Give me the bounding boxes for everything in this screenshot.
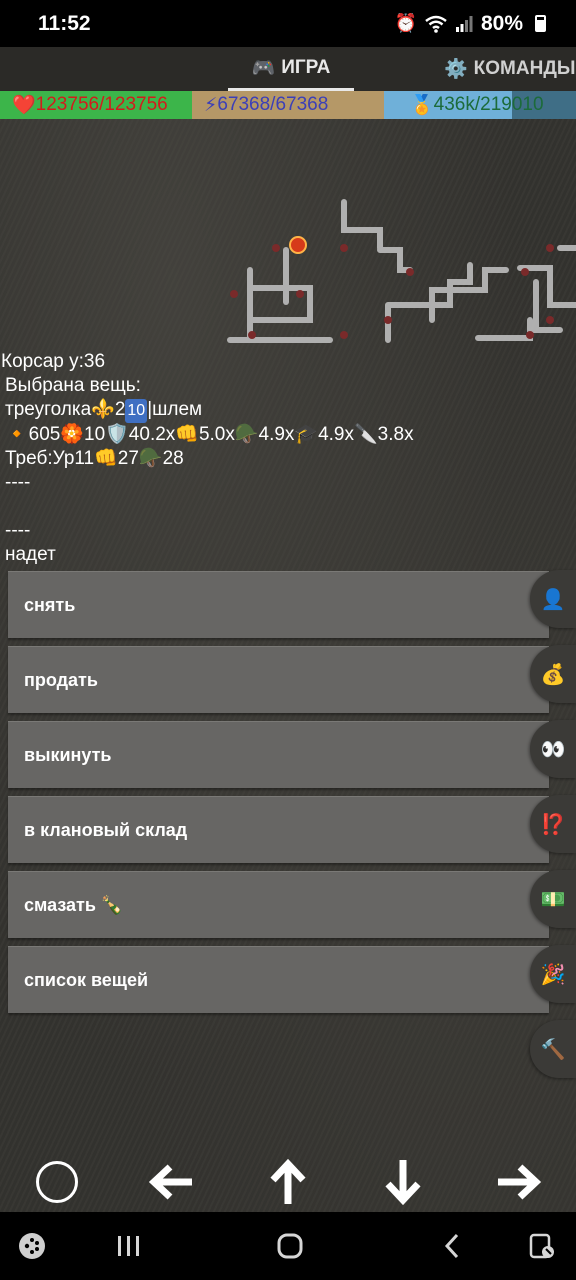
dungeon-map[interactable]	[210, 190, 576, 350]
game-launcher-icon[interactable]	[12, 1226, 52, 1266]
sell-button[interactable]: продать	[8, 646, 549, 713]
movement-controls	[0, 1152, 576, 1212]
drop-button[interactable]: выкинуть	[8, 721, 549, 788]
energy-value: 67368/67368	[217, 94, 329, 115]
unequip-button[interactable]: снять	[8, 571, 549, 638]
move-up-button[interactable]	[258, 1152, 318, 1212]
money-icon[interactable]: 💵	[530, 870, 576, 928]
selected-item-label: Выбрана вещь:	[5, 375, 141, 396]
accessibility-icon[interactable]	[522, 1226, 562, 1266]
move-left-button[interactable]	[142, 1152, 202, 1212]
heart-icon: ❤️	[12, 95, 36, 116]
item-name-line: треуголка⚜️2 10 |шлем	[0, 398, 576, 423]
tab-commands[interactable]: ⚙️ КОМАНДЫ	[444, 47, 575, 91]
recent-apps-icon[interactable]	[109, 1226, 149, 1266]
clan-storage-button[interactable]: в клановый склад	[8, 796, 549, 863]
home-icon[interactable]	[270, 1226, 310, 1266]
energy-stat: ⚡ 67368/67368	[192, 91, 384, 119]
medal-icon: 🏅	[410, 95, 434, 116]
item-state: надет	[5, 544, 56, 565]
clock: 11:52	[38, 11, 91, 35]
tab-bar: 🎮 ИГРА ⚙️ КОМАНДЫ	[0, 47, 576, 91]
status-bar: 11:52 ⏰ 80%	[0, 0, 576, 47]
separator: ----	[5, 472, 31, 493]
lightning-icon: ⚡	[204, 94, 218, 116]
separator: ----	[5, 520, 31, 541]
gear-icon: ⚙️	[444, 59, 468, 80]
experience-stat: 🏅 436k/219010	[384, 91, 576, 119]
hammer-icon[interactable]: 🔨	[530, 1020, 576, 1078]
person-icon[interactable]: 👤	[530, 570, 576, 628]
arrow-right-icon	[498, 1164, 542, 1200]
experience-value: 436k/219010	[433, 94, 544, 115]
arrow-down-icon	[385, 1160, 421, 1206]
item-name: треуголка⚜️2	[5, 399, 126, 420]
hp-value: 123756/123756	[35, 94, 168, 115]
item-type: |шлем	[147, 399, 203, 420]
action-circle-button[interactable]	[27, 1152, 87, 1212]
signal-icon	[455, 15, 473, 32]
hp-stat: ❤️ 123756/123756	[0, 91, 192, 119]
player-marker	[289, 236, 307, 254]
item-level-badge: 10	[125, 399, 148, 423]
item-requirements: Треб:Ур11👊27🪖28	[5, 448, 184, 469]
side-quick-buttons: 👤 💰 👀 ⁉️ 💵 🎉 🔨	[530, 570, 576, 1095]
party-icon[interactable]: 🎉	[530, 945, 576, 1003]
item-info: Корсар у:36 Выбрана вещь: треуголка⚜️2 10…	[0, 350, 576, 567]
arrow-left-icon	[148, 1164, 192, 1200]
item-stats: 🔸605🏵️10🛡️40.2x👊5.0x🪖4.9x🎓4.9x🔪3.8x	[5, 424, 414, 445]
move-down-button[interactable]	[373, 1152, 433, 1212]
battery-percent: 80%	[480, 11, 523, 35]
tab-game-label: ИГРА	[281, 56, 331, 78]
system-nav-bar	[0, 1212, 576, 1280]
stats-bar: ❤️ 123756/123756 ⚡ 67368/67368 🏅 436k/21…	[0, 91, 576, 119]
arrow-up-icon	[270, 1158, 306, 1204]
wifi-icon	[425, 15, 447, 33]
eyes-icon[interactable]: 👀	[530, 720, 576, 778]
circle-icon	[36, 1161, 78, 1203]
action-menu: снять продать выкинуть в клановый склад …	[8, 571, 549, 1021]
back-icon[interactable]	[432, 1226, 472, 1266]
tab-game[interactable]: 🎮 ИГРА	[228, 47, 354, 91]
move-right-button[interactable]	[488, 1152, 548, 1212]
item-list-button[interactable]: список вещей	[8, 946, 549, 1013]
question-icon[interactable]: ⁉️	[530, 795, 576, 853]
gamepad-icon: 🎮	[251, 57, 276, 79]
alarm-icon: ⏰	[394, 13, 417, 33]
money-bag-icon[interactable]: 💰	[530, 645, 576, 703]
battery-icon	[535, 15, 546, 32]
grease-button[interactable]: смазать 🍾	[8, 871, 549, 938]
tab-commands-label: КОМАНДЫ	[473, 58, 576, 79]
player-line: Корсар у:36	[1, 351, 106, 372]
